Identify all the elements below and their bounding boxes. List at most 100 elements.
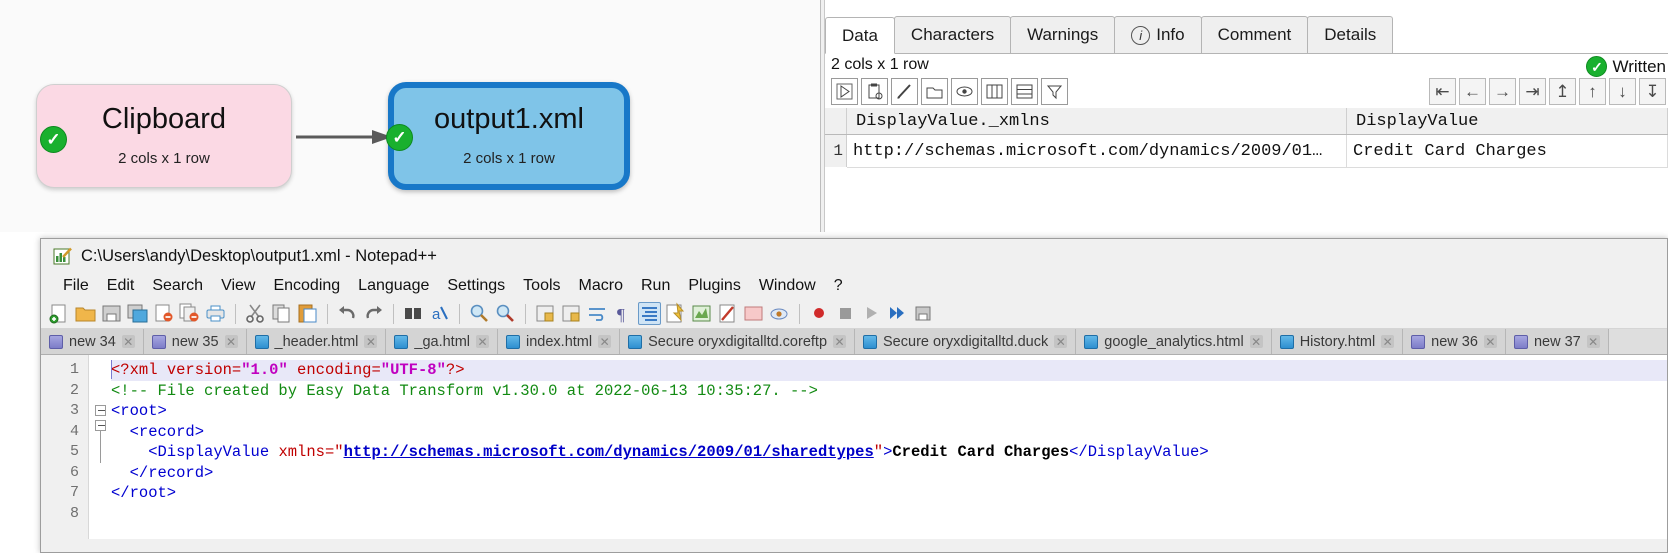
code-folding-margin[interactable] (89, 355, 111, 539)
file-tab-google-analytics-html[interactable]: google_analytics.html ✕ (1076, 329, 1272, 354)
cell-displayvalue-xmlns[interactable]: http://schemas.microsoft.com/dynamics/20… (847, 135, 1347, 167)
close-icon[interactable]: ✕ (1054, 335, 1068, 348)
menu-language[interactable]: Language (349, 277, 438, 295)
tab-comment[interactable]: Comment (1200, 16, 1309, 53)
code-line-6[interactable]: </record> (111, 463, 1667, 484)
run-macro-multiple-icon[interactable] (886, 302, 909, 325)
menu-settings[interactable]: Settings (438, 277, 514, 295)
fold-toggle-record[interactable] (94, 420, 106, 431)
close-icon[interactable]: ✕ (1586, 335, 1600, 348)
menu-macro[interactable]: Macro (570, 277, 632, 295)
file-tab-secure-coreftp[interactable]: Secure oryxdigitalltd.coreftp ✕ (620, 329, 856, 354)
column-header-displayvalue[interactable]: DisplayValue (1347, 108, 1668, 134)
code-editor[interactable]: 1 2 3 4 5 6 7 8 <?xml version="1.0" enco… (41, 355, 1667, 539)
node-clipboard[interactable]: Clipboard 2 cols x 1 row (36, 84, 292, 188)
find-icon[interactable] (402, 302, 425, 325)
run-icon[interactable] (831, 78, 858, 105)
code-line-1[interactable]: <?xml version="1.0" encoding="UTF-8"?> (111, 360, 1667, 381)
file-tab-secure-duck[interactable]: Secure oryxdigitalltd.duck ✕ (855, 329, 1077, 354)
tab-details[interactable]: Details (1307, 16, 1394, 53)
file-tab-header-html[interactable]: _header.html ✕ (246, 329, 387, 354)
menu-help[interactable]: ? (825, 277, 852, 295)
file-tab-history-html[interactable]: History.html ✕ (1271, 329, 1404, 354)
folder-icon[interactable] (921, 78, 948, 105)
next-column-icon[interactable]: → (1489, 78, 1516, 105)
first-column-icon[interactable]: ⇤ (1429, 78, 1456, 105)
close-icon[interactable]: ✕ (476, 335, 489, 348)
paste-clipboard-icon[interactable] (861, 78, 888, 105)
next-row-icon[interactable]: ↓ (1609, 78, 1636, 105)
tab-info[interactable]: i Info (1114, 16, 1202, 53)
show-all-characters-icon[interactable]: ¶ (612, 302, 635, 325)
previous-column-icon[interactable]: ← (1459, 78, 1486, 105)
print-icon[interactable] (204, 302, 227, 325)
menu-file[interactable]: File (54, 277, 98, 295)
previous-row-icon[interactable]: ↑ (1579, 78, 1606, 105)
code-xmlns-url[interactable]: http://schemas.microsoft.com/dynamics/20… (344, 443, 874, 461)
close-icon[interactable]: ✕ (1483, 335, 1497, 348)
last-column-icon[interactable]: ⇥ (1519, 78, 1546, 105)
close-all-documents-icon[interactable] (178, 302, 201, 325)
save-macro-icon[interactable] (912, 302, 935, 325)
code-line-5[interactable]: <DisplayValue xmlns="http://schemas.micr… (111, 442, 1667, 463)
menu-run[interactable]: Run (632, 277, 679, 295)
node-output[interactable]: output1.xml 2 cols x 1 row (388, 82, 630, 190)
code-line-4[interactable]: <record> (111, 422, 1667, 443)
file-tab-index-html[interactable]: index.html ✕ (498, 329, 621, 354)
save-icon[interactable] (100, 302, 123, 325)
tab-data[interactable]: Data (825, 17, 895, 54)
close-icon[interactable]: ✕ (1249, 335, 1263, 348)
find-in-files-icon[interactable]: a (428, 302, 451, 325)
folder-as-workspace-icon[interactable] (742, 302, 765, 325)
sync-horizontal-scrolling-icon[interactable] (560, 302, 583, 325)
file-tab-ga-html[interactable]: _ga.html ✕ (386, 329, 498, 354)
file-tab-new-35[interactable]: new 35 ✕ (143, 329, 247, 354)
close-icon[interactable]: ✕ (598, 335, 612, 348)
new-document-icon[interactable] (48, 302, 71, 325)
cell-displayvalue[interactable]: Credit Card Charges (1347, 135, 1668, 167)
menu-encoding[interactable]: Encoding (264, 277, 349, 295)
function-list-icon[interactable] (716, 302, 739, 325)
last-row-icon[interactable]: ↧ (1639, 78, 1666, 105)
redo-icon[interactable] (362, 302, 385, 325)
close-icon[interactable]: ✕ (224, 335, 238, 348)
close-icon[interactable]: ✕ (121, 335, 135, 348)
menu-tools[interactable]: Tools (514, 277, 569, 295)
tab-warnings[interactable]: Warnings (1010, 16, 1116, 53)
open-folder-icon[interactable] (74, 302, 97, 325)
close-document-icon[interactable] (152, 302, 175, 325)
file-tab-new-37[interactable]: new 37 ✕ (1505, 329, 1609, 354)
close-icon[interactable]: ✕ (364, 335, 378, 348)
code-line-2[interactable]: <!-- File created by Easy Data Transform… (111, 381, 1667, 402)
save-all-icon[interactable] (126, 302, 149, 325)
table-row[interactable]: 1 http://schemas.microsoft.com/dynamics/… (825, 135, 1668, 167)
menu-search[interactable]: Search (143, 277, 212, 295)
code-line-7[interactable]: </root> (111, 483, 1667, 504)
close-icon[interactable]: ✕ (1381, 335, 1395, 348)
menu-edit[interactable]: Edit (98, 277, 144, 295)
code-line-3[interactable]: <root> (111, 401, 1667, 422)
undo-icon[interactable] (336, 302, 359, 325)
eye-icon[interactable] (951, 78, 978, 105)
tab-characters[interactable]: Characters (893, 16, 1012, 53)
paste-icon[interactable] (296, 302, 319, 325)
indent-guide-icon[interactable] (638, 302, 661, 325)
word-wrap-icon[interactable] (586, 302, 609, 325)
user-defined-language-icon[interactable] (664, 302, 687, 325)
zoom-in-icon[interactable] (468, 302, 491, 325)
stop-recording-icon[interactable] (834, 302, 857, 325)
edit-pencil-icon[interactable] (891, 78, 918, 105)
first-row-icon[interactable]: ↥ (1549, 78, 1576, 105)
menu-window[interactable]: Window (750, 277, 825, 295)
file-tab-new-34[interactable]: new 34 ✕ (41, 329, 144, 354)
menu-plugins[interactable]: Plugins (679, 277, 749, 295)
sync-vertical-scrolling-icon[interactable] (534, 302, 557, 325)
filter-icon[interactable] (1041, 78, 1068, 105)
cut-icon[interactable] (244, 302, 267, 325)
fold-toggle-root[interactable] (94, 405, 106, 416)
play-macro-icon[interactable] (860, 302, 883, 325)
column-header-displayvalue-xmlns[interactable]: DisplayValue._xmlns (847, 108, 1347, 134)
file-tab-new-36[interactable]: new 36 ✕ (1403, 329, 1506, 354)
code-text-area[interactable]: <?xml version="1.0" encoding="UTF-8"?> <… (111, 355, 1667, 539)
monitoring-icon[interactable] (768, 302, 791, 325)
